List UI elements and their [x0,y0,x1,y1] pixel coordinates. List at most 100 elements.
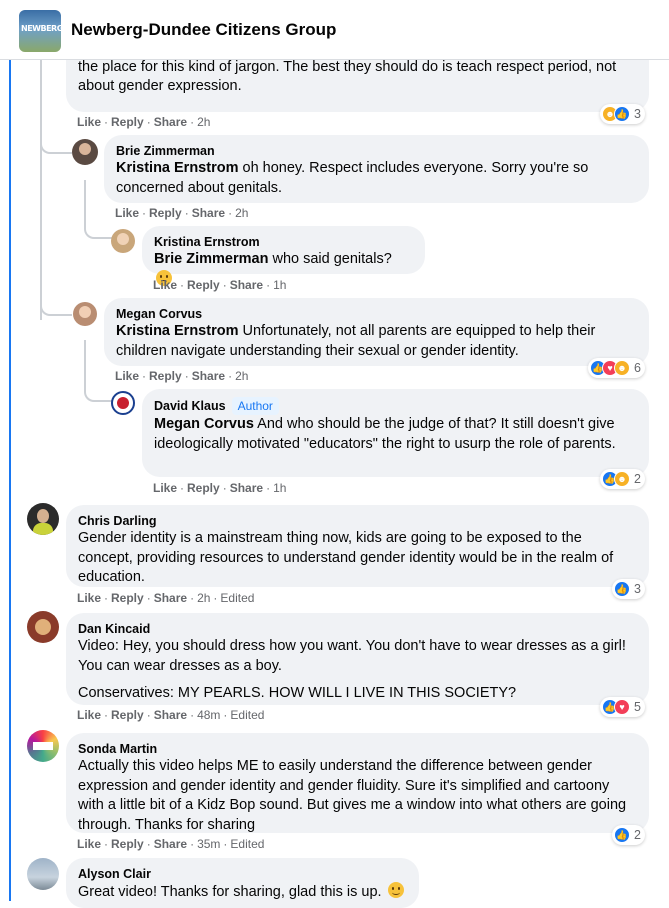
haha-reaction-icon: ☻ [614,360,630,376]
comment-text: Kristina Ernstrom Unfortunately, not all… [116,322,637,361]
like-button[interactable]: Like [77,837,101,851]
comment-time[interactable]: 1h [273,278,286,292]
like-button[interactable]: Like [115,206,139,220]
edited-label: Edited [230,837,265,851]
reply-button[interactable]: Reply [111,591,144,605]
like-reaction-icon: 👍 [614,581,630,597]
reply-button[interactable]: Reply [149,369,182,383]
share-button[interactable]: Share [192,206,225,220]
avatar[interactable] [111,229,135,253]
avatar[interactable] [27,503,59,535]
reply-button[interactable]: Reply [111,115,144,129]
reaction-summary[interactable]: 👍 ☻ 2 [600,469,645,489]
like-button[interactable]: Like [153,278,177,292]
comment-author[interactable]: Dan Kincaid [78,621,637,637]
like-button[interactable]: Like [153,481,177,495]
comment-text: Kristina Ernstrom oh honey. Respect incl… [116,159,637,198]
mention-link[interactable]: Kristina Ernstrom [116,160,238,176]
avatar[interactable] [27,858,59,890]
group-title[interactable]: Newberg-Dundee Citizens Group [71,20,336,40]
like-reaction-icon: 👍 [614,827,630,843]
comment-bubble: David Klaus Author Megan Corvus And who s… [142,389,649,477]
group-logo-text: NEWBERG [21,24,61,33]
group-logo[interactable]: NEWBERG [19,10,61,52]
comment-author[interactable]: Sonda Martin [78,741,637,757]
mention-link[interactable]: Megan Corvus [154,416,254,432]
comment-body: who said genitals? [268,251,392,267]
thread-line [9,60,11,901]
haha-reaction-icon: ☻ [614,471,630,487]
comment-actions: Like · Reply · Share · 2h [115,206,249,220]
reaction-count: 6 [634,361,641,375]
comment-author-row: David Klaus Author [154,397,637,415]
comment-bubble: Megan Corvus Kristina Ernstrom Unfortuna… [104,298,649,366]
like-button[interactable]: Like [77,708,101,722]
edited-label: Edited [230,708,265,722]
reply-button[interactable]: Reply [111,837,144,851]
love-reaction-icon: ♥ [614,699,630,715]
avatar[interactable] [73,302,97,326]
comment-author[interactable]: Megan Corvus [116,306,637,322]
comment-time[interactable]: 2h [197,591,210,605]
reply-button[interactable]: Reply [111,708,144,722]
comment-actions: Like · Reply · Share · 1h [153,278,287,292]
comment-text: Video: Hey, you should dress how you wan… [78,638,626,674]
share-button[interactable]: Share [192,369,225,383]
comment-actions: Like · Reply · Share · 2h · Edited [77,591,255,605]
comment-bubble: Dan Kincaid Video: Hey, you should dress… [66,613,649,705]
comment-author[interactable]: Brie Zimmerman [116,143,637,159]
comment-bubble: Kristina Ernstrom Brie Zimmerman who sai… [142,226,425,286]
comment-time[interactable]: 35m [197,837,220,851]
avatar[interactable] [27,611,59,643]
comment-time[interactable]: 48m [197,708,220,722]
reaction-summary[interactable]: 👍 3 [612,579,645,599]
comment-actions: Like · Reply · Share · 48m · Edited [77,708,265,722]
share-button[interactable]: Share [230,481,263,495]
edited-label: Edited [220,591,255,605]
avatar[interactable] [27,730,59,762]
avatar[interactable] [72,139,98,165]
comment-author[interactable]: Chris Darling [78,513,637,529]
reaction-summary[interactable]: 👍 ♥ 5 [600,697,645,717]
like-button[interactable]: Like [77,591,101,605]
reaction-summary[interactable]: ☻ 👍 3 [600,104,645,124]
comment-time[interactable]: 2h [197,115,210,129]
reaction-count: 5 [634,700,641,714]
reaction-count: 2 [634,472,641,486]
like-reaction-icon: 👍 [614,106,630,122]
comment-text: Great video! Thanks for sharing, glad th… [78,882,407,903]
comment-author[interactable]: David Klaus [154,399,226,413]
comment-author[interactable]: Alyson Clair [78,866,407,882]
share-button[interactable]: Share [154,708,187,722]
reaction-count: 3 [634,582,641,596]
author-badge: Author [231,397,279,415]
comment-actions: Like · Reply · Share · 1h [153,481,287,495]
like-button[interactable]: Like [115,369,139,383]
reply-button[interactable]: Reply [187,278,220,292]
share-button[interactable]: Share [154,115,187,129]
thread-connector [40,300,72,316]
comment-bubble: Brie Zimmerman Kristina Ernstrom oh hone… [104,135,649,203]
comment-time[interactable]: 1h [273,481,286,495]
like-button[interactable]: Like [77,115,101,129]
avatar[interactable] [111,391,135,415]
comment-text-line-2: Conservatives: MY PEARLS. HOW WILL I LIV… [78,685,517,701]
comment-time[interactable]: 2h [235,369,248,383]
share-button[interactable]: Share [154,591,187,605]
comment-time[interactable]: 2h [235,206,248,220]
comment-text: Gender identity is a mainstream thing no… [78,530,614,585]
mention-link[interactable]: Brie Zimmerman [154,251,268,267]
comment-body: Great video! Thanks for sharing, glad th… [78,884,382,900]
mention-link[interactable]: Kristina Ernstrom [116,323,238,339]
thread-connector [40,140,72,154]
thread-connector [40,60,42,320]
comment-author[interactable]: Kristina Ernstrom [154,234,413,250]
reply-button[interactable]: Reply [149,206,182,220]
group-header: NEWBERG Newberg-Dundee Citizens Group [0,0,669,60]
smile-emoji-icon [387,882,404,898]
share-button[interactable]: Share [154,837,187,851]
reply-button[interactable]: Reply [187,481,220,495]
share-button[interactable]: Share [230,278,263,292]
reaction-summary[interactable]: 👍 2 [612,825,645,845]
reaction-summary[interactable]: 👍 ♥ ☻ 6 [588,358,645,378]
